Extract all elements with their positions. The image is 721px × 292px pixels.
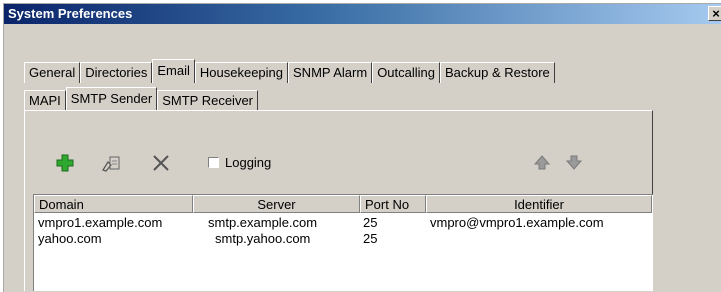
column-header-server[interactable]: Server: [193, 195, 360, 213]
arrow-down-icon[interactable]: [563, 152, 585, 174]
close-button[interactable]: ×: [708, 6, 721, 21]
window-title: System Preferences: [8, 6, 133, 21]
main-tab-row: General Directories Email Housekeeping S…: [24, 59, 555, 83]
column-header-identifier[interactable]: Identifier: [426, 195, 652, 213]
subtab-smtp-sender[interactable]: SMTP Sender: [65, 87, 158, 111]
tab-housekeeping[interactable]: Housekeeping: [194, 62, 289, 83]
logging-option: Logging: [208, 155, 271, 170]
title-bar: System Preferences: [4, 4, 721, 24]
edit-icon[interactable]: [100, 152, 122, 174]
tab-email[interactable]: Email: [152, 59, 195, 83]
cell-domain: yahoo.com: [38, 231, 102, 246]
column-header-port[interactable]: Port No: [360, 195, 426, 213]
subtab-smtp-receiver[interactable]: SMTP Receiver: [157, 90, 259, 111]
cell-domain: vmpro1.example.com: [38, 215, 163, 230]
subtab-mapi[interactable]: MAPI: [24, 90, 66, 111]
tab-outcalling[interactable]: Outcalling: [372, 62, 440, 83]
column-header-domain[interactable]: Domain: [34, 195, 193, 213]
cell-port: 25: [363, 231, 378, 246]
tab-general[interactable]: General: [24, 62, 81, 83]
logging-label: Logging: [225, 155, 272, 170]
plus-icon[interactable]: [54, 152, 76, 174]
smtp-sender-table: Domain Server Port No Identifier vmpro1.…: [33, 194, 653, 291]
delete-x-icon[interactable]: [150, 152, 172, 174]
logging-checkbox[interactable]: [208, 157, 219, 168]
tab-directories[interactable]: Directories: [80, 62, 153, 83]
tab-snmp-alarm[interactable]: SNMP Alarm: [288, 62, 373, 83]
cell-identifier: vmpro@vmpro1.example.com: [430, 215, 604, 230]
arrow-up-icon[interactable]: [531, 152, 553, 174]
cell-server: smtp.example.com: [208, 215, 318, 230]
cell-server: smtp.yahoo.com: [215, 231, 311, 246]
tab-backup-restore[interactable]: Backup & Restore: [440, 62, 555, 83]
email-subtab-row: MAPI SMTP Sender SMTP Receiver: [24, 87, 259, 111]
cell-port: 25: [363, 215, 378, 230]
